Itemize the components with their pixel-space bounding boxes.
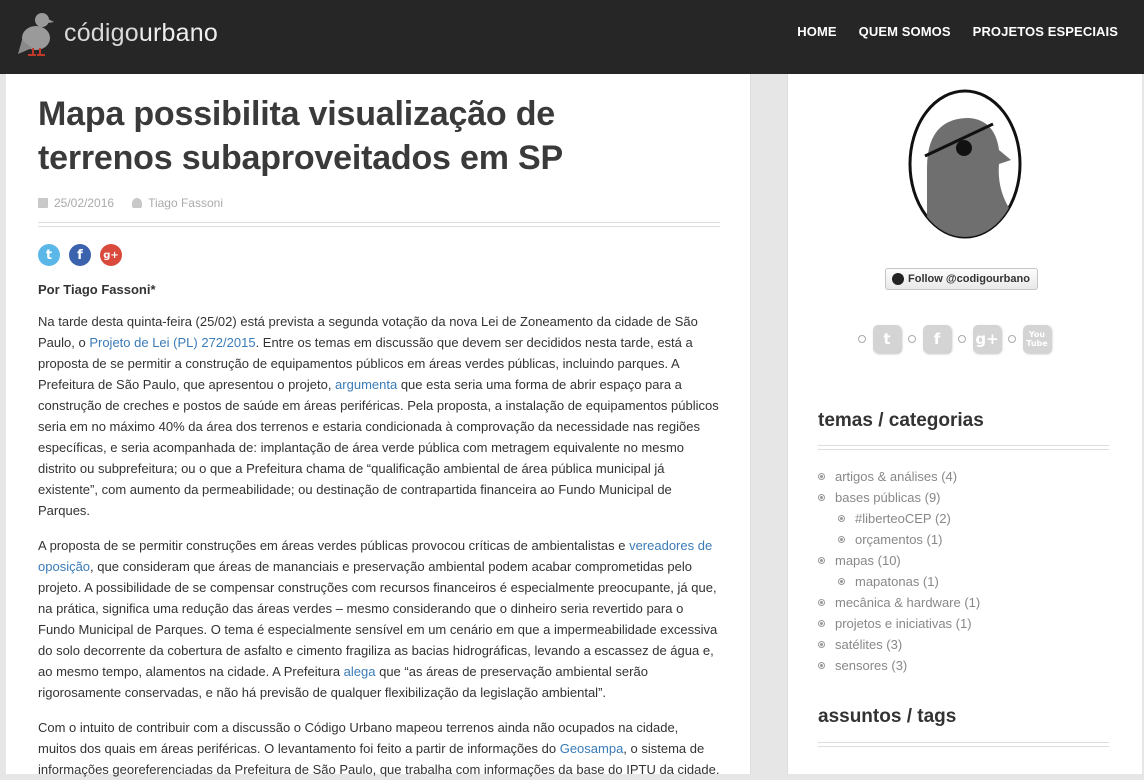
article-title: Mapa possibilita visualização de terreno… bbox=[38, 92, 720, 180]
article-paragraph-2: A proposta de se permitir construções em… bbox=[38, 538, 718, 700]
calendar-icon bbox=[38, 198, 48, 208]
nav-quem-somos[interactable]: QUEM SOMOS bbox=[859, 24, 951, 39]
social-links: t f g+ You Tube bbox=[858, 325, 1051, 353]
bullet-icon bbox=[838, 536, 845, 543]
pigeon-logo-icon bbox=[18, 13, 54, 56]
user-icon bbox=[132, 198, 143, 208]
top-navbar: códigourbano HOME QUEM SOMOS PROJETOS ES… bbox=[0, 0, 1144, 74]
bullet-icon bbox=[818, 557, 825, 564]
site-logo[interactable]: códigourbano bbox=[18, 8, 218, 58]
sidebar: Follow @codigourbano t f g+ You Tube tema… bbox=[787, 74, 1142, 774]
link-argumenta[interactable]: argumenta bbox=[335, 377, 397, 392]
link-projeto-de-lei[interactable]: Projeto de Lei (PL) 272/2015 bbox=[89, 335, 255, 350]
category-item[interactable]: satélites (3) bbox=[818, 634, 1118, 655]
main-content: Mapa possibilita visualização de terreno… bbox=[6, 74, 751, 777]
share-buttons: t f g+ bbox=[38, 244, 720, 266]
category-item[interactable]: bases públicas (9) bbox=[818, 487, 1118, 508]
article-paragraph-3: Com o intuito de contribuir com a discus… bbox=[38, 720, 720, 777]
bullet-icon bbox=[1008, 335, 1016, 343]
category-item[interactable]: mecânica & hardware (1) bbox=[818, 592, 1118, 613]
bullet-icon bbox=[858, 335, 866, 343]
bullet-icon bbox=[838, 578, 845, 585]
facebook-icon[interactable]: f bbox=[923, 325, 951, 353]
title-line-1: Mapa possibilita visualização de bbox=[38, 95, 555, 133]
article-author[interactable]: Tiago Fassoni bbox=[148, 196, 223, 210]
article: Mapa possibilita visualização de terreno… bbox=[38, 92, 720, 780]
logo-wordmark: códigourbano bbox=[64, 19, 218, 48]
bullet-icon bbox=[818, 473, 825, 480]
bullet-icon bbox=[818, 599, 825, 606]
bullet-icon bbox=[958, 335, 966, 343]
category-item[interactable]: artigos & análises (4) bbox=[818, 466, 1118, 487]
categories-widget-title: temas / categorias bbox=[818, 410, 984, 431]
nav-home[interactable]: HOME bbox=[797, 24, 836, 39]
category-item[interactable]: #liberteoCEP (2) bbox=[818, 508, 1118, 529]
tags-divider bbox=[818, 742, 1109, 747]
article-byline: Por Tiago Fassoni* bbox=[38, 282, 156, 297]
categories-divider bbox=[818, 445, 1109, 450]
article-meta: 25/02/2016 Tiago Fassoni bbox=[38, 196, 720, 210]
article-paragraph-1: Na tarde desta quinta-feira (25/02) está… bbox=[38, 314, 719, 518]
twitter-share-icon[interactable]: t bbox=[38, 244, 60, 266]
youtube-icon[interactable]: You Tube bbox=[1023, 325, 1051, 353]
bullet-icon bbox=[818, 662, 825, 669]
link-geosampa[interactable]: Geosampa bbox=[560, 741, 624, 756]
categories-list: artigos & análises (4) bases públicas (9… bbox=[818, 466, 1118, 676]
twitter-icon[interactable]: t bbox=[873, 325, 901, 353]
google-plus-share-icon[interactable]: g+ bbox=[100, 244, 122, 266]
logo-word-urbano: urbano bbox=[138, 18, 218, 47]
bullet-icon bbox=[908, 335, 916, 343]
bullet-icon bbox=[818, 620, 825, 627]
pigeon-avatar-icon bbox=[908, 89, 1022, 239]
category-item[interactable]: orçamentos (1) bbox=[818, 529, 1118, 550]
category-item[interactable]: mapas (10) bbox=[818, 550, 1118, 571]
article-date: 25/02/2016 bbox=[54, 196, 115, 210]
follow-label: Follow @codigourbano bbox=[908, 273, 1030, 285]
meta-divider bbox=[38, 222, 720, 227]
facebook-share-icon[interactable]: f bbox=[69, 244, 91, 266]
github-icon bbox=[892, 273, 904, 285]
bullet-icon bbox=[818, 494, 825, 501]
tags-widget-title: assuntos / tags bbox=[818, 706, 957, 727]
github-follow-button[interactable]: Follow @codigourbano bbox=[885, 268, 1038, 290]
category-item[interactable]: mapatonas (1) bbox=[818, 571, 1118, 592]
category-item[interactable]: sensores (3) bbox=[818, 655, 1118, 676]
main-nav: HOME QUEM SOMOS PROJETOS ESPECIAIS bbox=[797, 24, 1118, 39]
category-item[interactable]: projetos e iniciativas (1) bbox=[818, 613, 1118, 634]
link-alega[interactable]: alega bbox=[344, 664, 376, 679]
nav-projetos-especiais[interactable]: PROJETOS ESPECIAIS bbox=[973, 24, 1118, 39]
bullet-icon bbox=[838, 515, 845, 522]
bullet-icon bbox=[818, 641, 825, 648]
google-plus-icon[interactable]: g+ bbox=[973, 325, 1001, 353]
title-line-2: terrenos subaproveitados em SP bbox=[38, 139, 563, 177]
logo-word-codigo: código bbox=[64, 18, 139, 47]
